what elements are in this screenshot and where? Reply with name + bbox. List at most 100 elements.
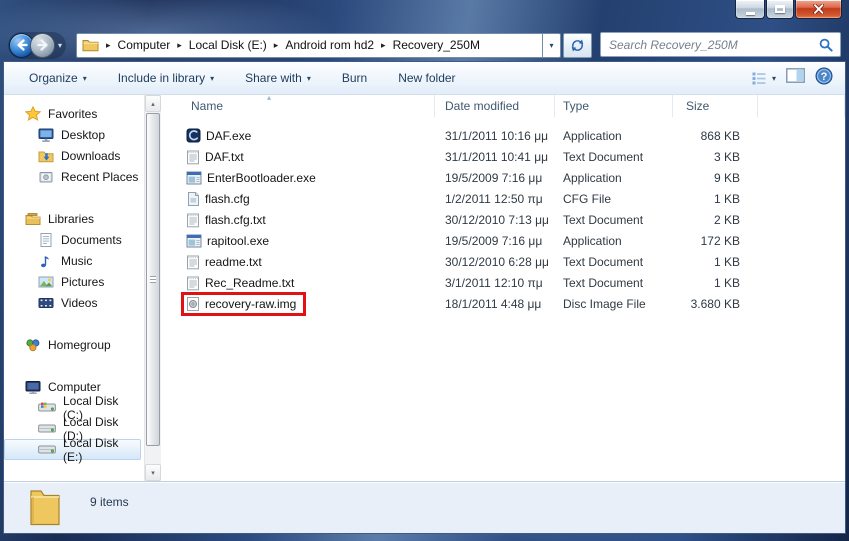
- column-header-name[interactable]: Name: [161, 95, 435, 117]
- folder-large-icon: [29, 487, 61, 527]
- titlebar[interactable]: [0, 0, 849, 28]
- address-bar[interactable]: ▸Computer▸Local Disk (E:)▸Android rom hd…: [76, 33, 542, 58]
- maximize-button[interactable]: [766, 0, 794, 19]
- scrollbar-grip-icon: [150, 276, 156, 283]
- window-controls: [734, 0, 842, 19]
- name-cell: recovery-raw.img: [161, 292, 435, 316]
- sidebar-item-videos[interactable]: Videos: [4, 292, 141, 313]
- toolbar-item-label: Share with: [245, 71, 302, 85]
- toolbar-share-with[interactable]: Share with▾: [236, 66, 320, 90]
- address-bar-row: ▾ ▸Computer▸Local Disk (E:)▸Android rom …: [0, 28, 849, 62]
- preview-pane-button[interactable]: [786, 68, 805, 88]
- sidebar-section-homegroup: Homegroup: [4, 334, 144, 355]
- file-name: Rec_Readme.txt: [205, 276, 294, 290]
- table-row-readme-txt[interactable]: readme.txt30/12/2010 6:28 μμText Documen…: [161, 251, 845, 272]
- size-cell: 9 KB: [673, 171, 758, 185]
- table-row-daf-txt[interactable]: DAF.txt31/1/2011 10:41 μμText Document3 …: [161, 146, 845, 167]
- column-header-date-modified[interactable]: Date modified: [435, 95, 555, 117]
- sidebar-scrollbar[interactable]: ▴ ▾: [144, 95, 161, 481]
- sidebar-item-downloads[interactable]: Downloads: [4, 145, 141, 166]
- sidebar-item-pictures[interactable]: Pictures: [4, 271, 141, 292]
- forward-button[interactable]: [30, 33, 55, 58]
- name-cell: EnterBootloader.exe: [161, 167, 435, 189]
- column-header-filler: [758, 95, 845, 117]
- breadcrumb-label: Computer: [118, 38, 171, 52]
- help-button[interactable]: ?: [815, 67, 833, 90]
- toolbar-item-label: Include in library: [118, 71, 205, 85]
- type-cell: Text Document: [555, 150, 673, 164]
- toolbar-organize[interactable]: Organize▾: [20, 66, 96, 90]
- sidebar-item-libraries[interactable]: Libraries: [4, 208, 141, 229]
- red-annotation-box: recovery-raw.img: [181, 292, 306, 316]
- search-input[interactable]: [601, 38, 819, 52]
- address-dropdown-button[interactable]: ▾: [542, 33, 561, 58]
- sidebar-item-homegroup[interactable]: Homegroup: [4, 334, 141, 355]
- sidebar-item-music[interactable]: Music: [4, 250, 141, 271]
- date-modified-cell: 30/12/2010 6:28 μμ: [435, 255, 555, 269]
- table-row-flash-cfg-txt[interactable]: flash.cfg.txt30/12/2010 7:13 μμText Docu…: [161, 209, 845, 230]
- sidebar-item-documents[interactable]: Documents: [4, 229, 141, 250]
- libraries-icon: [25, 211, 41, 227]
- preview-pane-icon: [786, 68, 805, 83]
- type-cell: Application: [555, 171, 673, 185]
- table-row-enterbootloader-exe[interactable]: EnterBootloader.exe19/5/2009 7:16 μμAppl…: [161, 167, 845, 188]
- recent-pages-dropdown[interactable]: ▾: [58, 41, 62, 50]
- views-button[interactable]: ▾: [751, 71, 776, 85]
- column-header-size[interactable]: Size: [673, 95, 758, 117]
- breadcrumb-segment-computer[interactable]: ▸Computer: [99, 38, 170, 52]
- breadcrumb-segment-local-disk-e[interactable]: ▸Local Disk (E:): [170, 38, 267, 52]
- name-cell: rapitool.exe: [161, 230, 435, 252]
- sidebar-item-label: Homegroup: [48, 338, 111, 352]
- toolbar-burn[interactable]: Burn: [333, 66, 376, 90]
- table-row-flash-cfg[interactable]: flash.cfg1/2/2011 12:50 πμCFG File1 KB: [161, 188, 845, 209]
- minimize-button[interactable]: [735, 0, 765, 19]
- size-cell: 1 KB: [673, 276, 758, 290]
- date-modified-cell: 19/5/2009 7:16 μμ: [435, 171, 555, 185]
- table-row-rapitool-exe[interactable]: rapitool.exe19/5/2009 7:16 μμApplication…: [161, 230, 845, 251]
- scroll-down-button[interactable]: ▾: [145, 464, 161, 481]
- text-file-icon: [186, 254, 200, 270]
- content: FavoritesDesktopDownloadsRecent Places Li…: [4, 95, 845, 481]
- table-row-recovery-raw-img[interactable]: recovery-raw.img18/1/2011 4:48 μμDisc Im…: [161, 293, 845, 314]
- sidebar-item-label: Pictures: [61, 275, 104, 289]
- date-modified-cell: 3/1/2011 12:10 πμ: [435, 276, 555, 290]
- address-group: ▸Computer▸Local Disk (E:)▸Android rom hd…: [76, 33, 592, 58]
- sidebar-item-label: Libraries: [48, 212, 94, 226]
- text-file-icon: [186, 212, 200, 228]
- file-name: recovery-raw.img: [205, 297, 296, 311]
- toolbar-include-in-library[interactable]: Include in library ▾: [109, 66, 223, 90]
- scrollbar-thumb[interactable]: [146, 113, 160, 446]
- table-row-rec-readme-txt[interactable]: Rec_Readme.txt3/1/2011 12:10 πμText Docu…: [161, 272, 845, 293]
- breadcrumb-segment-recovery-250m[interactable]: ▸Recovery_250M: [374, 38, 480, 52]
- scroll-up-button[interactable]: ▴: [145, 95, 161, 112]
- chevron-down-icon: ▾: [210, 74, 214, 83]
- file-name: flash.cfg: [205, 192, 250, 206]
- toolbar-item-label: New folder: [398, 71, 455, 85]
- sidebar-item-local-disk-e[interactable]: Local Disk (E:): [4, 439, 141, 460]
- column-header-type[interactable]: Type: [555, 95, 673, 117]
- file-name: DAF.txt: [205, 150, 244, 164]
- sidebar-item-favorites[interactable]: Favorites: [4, 103, 141, 124]
- music-icon: [38, 253, 54, 269]
- svg-text:?: ?: [821, 71, 828, 83]
- videos-icon: [38, 295, 54, 311]
- type-cell: Disc Image File: [555, 297, 673, 311]
- search-icon[interactable]: [819, 38, 840, 52]
- folder-icon: [82, 38, 99, 52]
- sidebar: FavoritesDesktopDownloadsRecent Places Li…: [4, 95, 144, 481]
- size-cell: 2 KB: [673, 213, 758, 227]
- drive-icon: [38, 422, 56, 435]
- forward-arrow-icon: [35, 37, 51, 53]
- refresh-icon: [570, 38, 585, 53]
- close-button[interactable]: [795, 0, 842, 19]
- sidebar-item-label: Videos: [61, 296, 97, 310]
- refresh-button[interactable]: [563, 33, 592, 58]
- size-cell: 3.680 KB: [673, 297, 758, 311]
- toolbar-item-label: Burn: [342, 71, 367, 85]
- toolbar-new-folder[interactable]: New folder: [389, 66, 464, 90]
- back-arrow-icon: [14, 37, 30, 53]
- breadcrumb-segment-android-rom-hd2[interactable]: ▸Android rom hd2: [267, 38, 374, 52]
- sidebar-item-desktop[interactable]: Desktop: [4, 124, 141, 145]
- table-row-daf-exe[interactable]: DAF.exe31/1/2011 10:16 μμApplication868 …: [161, 125, 845, 146]
- sidebar-item-recent-places[interactable]: Recent Places: [4, 166, 141, 187]
